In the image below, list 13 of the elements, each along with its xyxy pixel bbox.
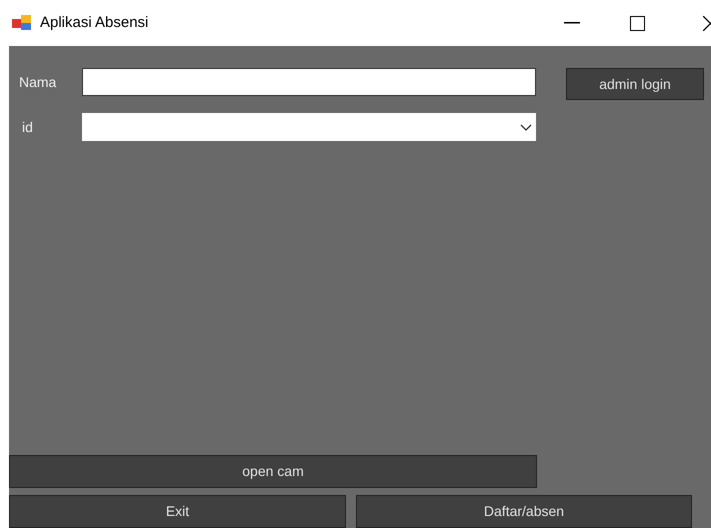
open-cam-button[interactable]: open cam	[9, 455, 537, 488]
name-label: Nama	[18, 73, 58, 92]
register-button[interactable]: Daftar/absen	[356, 495, 692, 528]
window-title: Aplikasi Absensi	[40, 12, 148, 33]
app-icon	[12, 15, 32, 31]
close-icon[interactable]	[703, 16, 711, 30]
exit-button[interactable]: Exit	[9, 495, 346, 528]
chevron-down-icon	[520, 124, 532, 130]
id-label: id	[21, 118, 34, 136]
admin-login-button[interactable]: admin login	[566, 68, 704, 100]
minimize-icon[interactable]	[564, 22, 580, 24]
maximize-icon[interactable]	[630, 16, 645, 30]
name-field[interactable]	[82, 68, 536, 96]
